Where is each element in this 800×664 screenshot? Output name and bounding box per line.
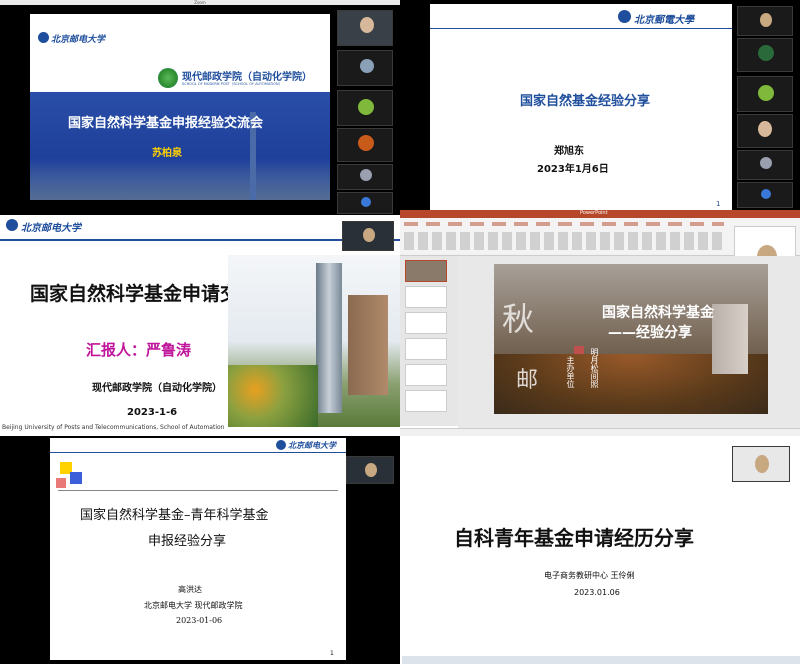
ppt-statusbar xyxy=(400,428,800,436)
slide-5: 北京邮电大学 国家自然科学基金–青年科学基金 申报经验分享 高洪达 北京邮电大学… xyxy=(50,438,346,660)
thumbnail-3[interactable] xyxy=(405,312,447,334)
slide-1-presenter: 苏柏泉 xyxy=(152,148,182,159)
participant-video-6[interactable] xyxy=(337,192,393,214)
slide-5-date: 2023-01-06 xyxy=(176,616,223,625)
slide-5-page-number: 1 xyxy=(330,650,334,657)
slide-6-title: 自科青年基金申请经历分享 xyxy=(454,526,694,550)
university-logo: 北京邮电大学 xyxy=(38,32,110,45)
participant-video-4[interactable] xyxy=(737,114,793,148)
participant-video-2[interactable] xyxy=(737,38,793,72)
meeting-tile-2: 北京郵電大學 国家自然基金经验分享 郑旭东 2023年1月6日 1 xyxy=(400,0,800,215)
thumbnail-2[interactable] xyxy=(405,286,447,308)
window-titlebar: Zoom xyxy=(0,0,400,5)
thumbnail-1[interactable] xyxy=(405,260,447,282)
slide-4-title: 国家自然科学基金 xyxy=(602,305,714,321)
header-rule xyxy=(430,28,732,29)
participant-video-5[interactable] xyxy=(337,164,393,190)
university-emblem-icon xyxy=(6,219,18,231)
school-emblem-icon xyxy=(158,68,178,88)
slide-5-presenter: 高洪达 xyxy=(178,585,202,594)
participant-video-6[interactable] xyxy=(737,182,793,208)
meeting-tile-4: PowerPoint 秋 邮 国家自然科学基金 ——经验分享 主办单位 明月松间… xyxy=(400,210,800,436)
calligraphy-autumn: 秋 xyxy=(502,300,535,338)
slide-6-date: 2023.01.06 xyxy=(574,588,620,597)
slide-3-date: 2023-1-6 xyxy=(127,407,178,418)
slide-3-presenter: 汇报人：严鲁涛 xyxy=(86,341,192,359)
university-logo: 北京邮电大学 xyxy=(6,219,96,234)
decor-rule xyxy=(58,490,338,491)
participant-video-1[interactable] xyxy=(732,446,790,482)
slide-2-page-number: 1 xyxy=(716,200,721,208)
participant-video-1[interactable] xyxy=(346,456,394,484)
meeting-tile-1: Zoom 北京邮电大学 现代邮政学院（自动化学院） SCHOOL OF MODE… xyxy=(0,0,400,215)
slide-2-presenter: 郑旭东 xyxy=(554,146,584,157)
slide-3-footer: Beijing University of Posts and Telecomm… xyxy=(2,424,225,431)
slide-5-title: 国家自然科学基金–青年科学基金 xyxy=(80,508,269,523)
participant-panel xyxy=(337,10,397,215)
thumbnail-4[interactable] xyxy=(405,338,447,360)
slide-2-title: 国家自然基金经验分享 xyxy=(520,94,651,109)
ppt-titlebar: PowerPoint xyxy=(400,210,800,218)
header-rule xyxy=(50,452,346,453)
meeting-tile-3: 北京邮电大学 国家自然科学基金申请交流 汇报人：严鲁涛 现代邮政学院（自动化学院… xyxy=(0,215,400,433)
glass-tower xyxy=(316,263,342,413)
university-logo: 北京邮电大学 xyxy=(276,440,346,452)
verse-column-1: 主办单位 xyxy=(566,356,575,388)
header-rule xyxy=(0,239,400,241)
participant-video-1[interactable] xyxy=(737,6,793,36)
participant-video-3[interactable] xyxy=(337,90,393,126)
campus-building xyxy=(712,304,748,374)
thumbnail-6[interactable] xyxy=(405,390,447,412)
slide-1: 北京邮电大学 现代邮政学院（自动化学院） SCHOOL OF MODERN PO… xyxy=(30,14,330,200)
slide-3-school: 现代邮政学院（自动化学院） xyxy=(92,383,222,394)
campus-photo xyxy=(228,255,400,427)
university-emblem-icon xyxy=(618,10,631,23)
slide-2: 北京郵電大學 国家自然基金经验分享 郑旭东 2023年1月6日 1 xyxy=(430,4,732,210)
meeting-tile-6: 自科青年基金申请经历分享 电子商务教研中心 王伶俐 2023.01.06 xyxy=(402,436,800,664)
decor-square-red xyxy=(56,478,66,488)
university-emblem-icon xyxy=(38,32,49,43)
school-name-en: SCHOOL OF MODERN POST（SCHOOL OF AUTOMATI… xyxy=(182,82,283,86)
calligraphy-post: 邮 xyxy=(516,368,539,393)
participant-panel xyxy=(737,6,797,211)
red-seal-icon xyxy=(574,346,584,354)
slide-4-subtitle: ——经验分享 xyxy=(608,325,692,341)
participant-video-1[interactable] xyxy=(342,221,394,251)
slide-2-date: 2023年1月6日 xyxy=(537,164,609,175)
taskbar xyxy=(402,656,800,664)
participant-video-5[interactable] xyxy=(737,150,793,180)
slide-6-affiliation: 电子商务教研中心 王伶俐 xyxy=(544,571,635,580)
slide-5-subtitle: 申报经验分享 xyxy=(148,534,227,549)
university-emblem-icon xyxy=(276,440,286,450)
decor-square-blue xyxy=(70,472,82,484)
participant-video-2[interactable] xyxy=(337,50,393,86)
participant-avatar xyxy=(360,17,374,33)
participant-video-3[interactable] xyxy=(737,76,793,112)
university-logo: 北京郵電大學 xyxy=(618,10,718,26)
participant-video-1[interactable] xyxy=(337,10,393,46)
slide-thumbnails[interactable] xyxy=(400,256,458,426)
thumbnail-5[interactable] xyxy=(405,364,447,386)
slide-1-title: 国家自然科学基金申报经验交流会 xyxy=(68,116,264,131)
slide-4: 秋 邮 国家自然科学基金 ——经验分享 主办单位 明月松间照 xyxy=(494,264,768,414)
verse-column-2: 明月松间照 xyxy=(590,348,599,388)
meeting-tile-5: 北京邮电大学 国家自然科学基金–青年科学基金 申报经验分享 高洪达 北京邮电大学… xyxy=(0,436,400,664)
slide-3-title: 国家自然科学基金申请交流 xyxy=(30,283,259,305)
participant-video-4[interactable] xyxy=(337,128,393,162)
slide-5-affiliation: 北京邮电大学 现代邮政学院 xyxy=(144,601,243,610)
school-name-cn: 现代邮政学院（自动化学院） xyxy=(182,72,312,83)
